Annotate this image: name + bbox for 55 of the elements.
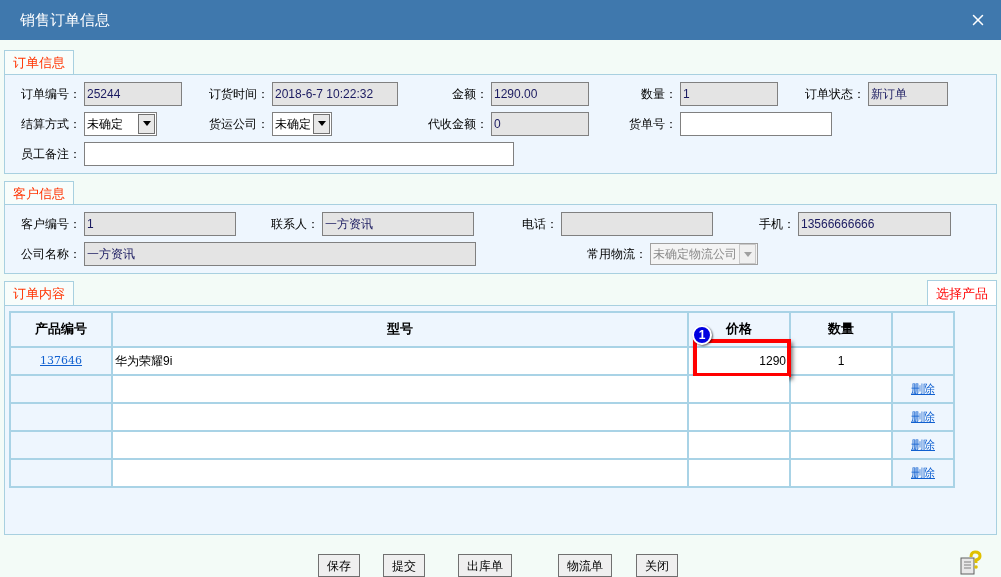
field-label: 结算方式： — [21, 115, 81, 133]
field-label: 数量： — [641, 85, 677, 103]
readonly-field[interactable]: 1 — [680, 81, 778, 106]
readonly-field[interactable] — [561, 212, 713, 236]
readonly-field[interactable]: 13566666666 — [798, 212, 951, 236]
column-header: 型号 — [112, 311, 688, 347]
readonly-field[interactable]: 0 — [491, 111, 589, 136]
section-tab[interactable]: 订单信息 — [4, 50, 74, 74]
input-field[interactable] — [84, 141, 514, 166]
field-label: 手机： — [759, 216, 795, 233]
window-title: 销售订单信息 — [20, 9, 110, 30]
action-button[interactable]: 出库单 — [458, 554, 512, 577]
field-label: 订单状态： — [805, 85, 865, 103]
readonly-field[interactable]: 一方资讯 — [322, 212, 474, 236]
delete-link[interactable]: 删除 — [911, 381, 935, 396]
field-label: 联系人： — [271, 216, 319, 233]
field-label: 公司名称： — [21, 246, 81, 263]
action-button[interactable]: 保存 — [318, 554, 360, 577]
delete-link[interactable]: 删除 — [911, 409, 935, 424]
readonly-field[interactable]: 25244 — [84, 81, 182, 106]
dropdown-value: 未确定 — [87, 115, 123, 133]
readonly-field[interactable]: 一方资讯 — [84, 242, 476, 266]
select-product-link[interactable]: 选择产品 — [927, 280, 997, 305]
action-button[interactable]: 物流单 — [558, 554, 612, 577]
help-icon[interactable] — [960, 550, 982, 576]
column-header: 数量 — [790, 311, 892, 347]
product-number-link[interactable]: 137646 — [40, 354, 82, 368]
field-label: 客户编号： — [21, 216, 81, 233]
input-field[interactable] — [680, 111, 832, 136]
action-button[interactable]: 提交 — [383, 554, 425, 577]
field-label: 员工备注： — [21, 145, 81, 163]
field-label: 常用物流： — [587, 246, 647, 263]
table-cell: 1 — [790, 346, 892, 375]
action-button[interactable]: 关闭 — [636, 554, 678, 577]
field-label: 金额： — [452, 85, 488, 103]
dropdown-field[interactable]: 未确定 — [84, 111, 157, 136]
field-label: 订货时间： — [209, 85, 269, 103]
section-tab[interactable]: 客户信息 — [4, 180, 74, 204]
table-cell: 华为荣耀9i — [112, 346, 688, 375]
field-label: 代收金额： — [428, 115, 488, 133]
field-label: 货运公司： — [209, 115, 269, 133]
readonly-field[interactable]: 1 — [84, 212, 236, 236]
readonly-field[interactable]: 2018-6-7 10:22:32 — [272, 81, 398, 106]
column-header: 产品编号 — [10, 311, 112, 347]
readonly-field[interactable]: 1290.00 — [491, 81, 589, 106]
field-label: 电话： — [522, 216, 558, 233]
readonly-field[interactable]: 新订单 — [868, 81, 948, 106]
section-tab[interactable]: 订单内容 — [4, 281, 74, 305]
dropdown-field[interactable]: 未确定 — [272, 111, 332, 136]
delete-link[interactable]: 删除 — [911, 465, 935, 480]
dropdown-value: 未确定 — [275, 115, 311, 133]
field-label: 订单编号： — [21, 85, 81, 103]
delete-link[interactable]: 删除 — [911, 437, 935, 452]
field-label: 货单号： — [629, 115, 677, 133]
dropdown-value: 未确定物流公司 — [653, 246, 737, 263]
